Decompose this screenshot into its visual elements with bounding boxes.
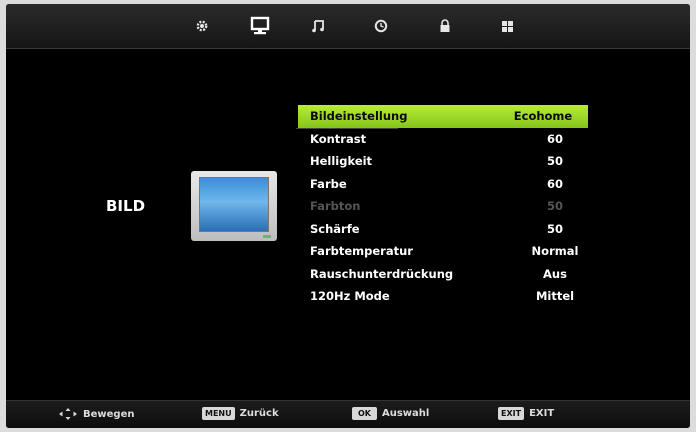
menu-item-label: Rauschunterdrückung xyxy=(310,266,454,281)
monitor-icon xyxy=(250,16,270,35)
menu-item[interactable]: Farbe 60 xyxy=(298,173,690,196)
settings-tab[interactable] xyxy=(188,12,216,40)
menu-item-value: Ecohome xyxy=(513,109,573,123)
menu-item[interactable]: Bildeinstellung Ecohome xyxy=(298,105,588,128)
menu-item-label: Farbton xyxy=(310,199,361,213)
picture-tab[interactable] xyxy=(246,12,274,40)
menu-item-label: Bildeinstellung xyxy=(310,109,408,123)
menu-item-label: Helligkeit xyxy=(310,154,373,168)
menu-item-label: Farbtemperatur xyxy=(310,244,413,258)
menu-item-value: 50 xyxy=(546,199,563,213)
tv-led-graphic xyxy=(263,235,271,238)
menu-item-value: Aus xyxy=(543,266,567,281)
menu-item-value: Mittel xyxy=(535,289,575,303)
ok-key-badge: OK xyxy=(352,407,377,420)
tv-screen-graphic xyxy=(199,177,269,232)
exit-hint: EXIT EXIT xyxy=(498,407,554,420)
picture-category-icon xyxy=(191,171,277,241)
menu-item[interactable]: 120Hz Mode Mittel xyxy=(298,285,690,308)
menu-item-label: Kontrast xyxy=(310,131,367,146)
menu-item[interactable]: Rauschunterdrückung Aus xyxy=(298,263,690,286)
menu-item: Farbton 50 xyxy=(298,195,690,218)
menu-item[interactable]: Kontrast 60 xyxy=(298,128,690,151)
bottom-hint-bar: Bewegen MENU Zurück OK Auswahl EXIT EXIT xyxy=(6,400,690,428)
sound-tab[interactable] xyxy=(304,12,332,40)
menu-item-value: 60 xyxy=(546,176,563,191)
menu-item[interactable]: Schärfe 50 xyxy=(298,218,690,241)
menu-item-value: 60 xyxy=(546,131,563,146)
menu-item-label: Farbe xyxy=(310,176,347,191)
select-label: Auswahl xyxy=(382,408,430,419)
menu-item-label: 120Hz Mode xyxy=(310,289,390,303)
picture-settings-menu: Bildeinstellung Ecohome Kontrast 60 Helligke… xyxy=(298,105,690,308)
menu-key-badge: MENU xyxy=(202,407,235,420)
select-hint: OK Auswahl xyxy=(352,407,429,420)
top-menu-bar xyxy=(6,4,690,49)
back-label: Zurück xyxy=(239,408,279,419)
menu-item-label: Schärfe xyxy=(310,221,360,236)
back-hint: MENU Zurück xyxy=(202,407,279,420)
exit-label: EXIT xyxy=(529,408,555,419)
move-label: Bewegen xyxy=(83,408,135,420)
tv-osd-screen: BILD Bildeinstellung Ecohome Kontrast 60 Hel… xyxy=(6,4,690,428)
gear-icon xyxy=(196,20,208,32)
grid-icon xyxy=(501,20,513,32)
lock-tab[interactable] xyxy=(431,12,459,40)
menu-item-value: 50 xyxy=(546,154,563,168)
time-tab[interactable] xyxy=(367,12,395,40)
menu-item-value: Normal xyxy=(531,244,579,258)
move-hint: Bewegen xyxy=(58,407,134,421)
music-note-icon xyxy=(312,20,324,33)
exit-key-badge: EXIT xyxy=(498,407,525,420)
section-title: BILD xyxy=(106,197,146,215)
navigate-arrows-icon xyxy=(59,408,77,420)
menu-item[interactable]: Helligkeit 50 xyxy=(298,150,690,173)
menu-item-value: 50 xyxy=(546,221,563,236)
lock-icon xyxy=(440,19,450,32)
menu-item[interactable]: Farbtemperatur Normal xyxy=(298,240,690,263)
apps-tab[interactable] xyxy=(493,12,521,40)
clock-icon xyxy=(374,19,388,33)
